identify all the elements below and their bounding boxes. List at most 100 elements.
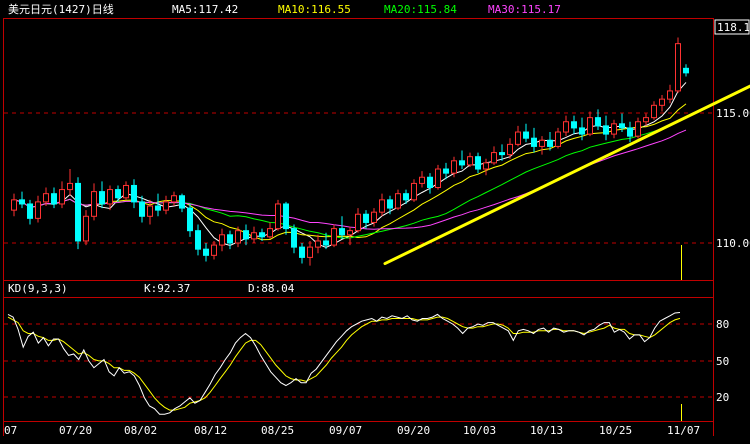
candle [347, 226, 353, 246]
candle-body-down [499, 152, 505, 156]
candle-body-up [451, 160, 457, 174]
candle [131, 179, 137, 209]
candle [651, 101, 657, 120]
kd-tick-50: 50 [716, 355, 729, 368]
candle-body-up [651, 104, 657, 119]
candle [75, 177, 81, 250]
candle [331, 224, 337, 248]
candle [275, 199, 281, 231]
y-tick-115: 115.00 [716, 107, 750, 120]
candle-body-up [107, 189, 113, 205]
candle-body-up [251, 232, 257, 240]
candle [211, 240, 217, 260]
candle-body-up [91, 191, 97, 217]
candle-body-down [27, 203, 33, 219]
candle-body-up [435, 168, 441, 189]
candle-body-down [99, 191, 105, 205]
candle [243, 224, 249, 246]
candle-body-up [347, 230, 353, 236]
candle-body-up [555, 131, 561, 147]
candle-body-down [683, 67, 689, 74]
y-tick-118: 118.18 [717, 21, 750, 34]
candle-body-down [459, 160, 465, 166]
price-panel-frame [3, 18, 714, 281]
candle [139, 195, 145, 223]
candle [355, 208, 361, 233]
candle [171, 191, 177, 207]
candle-body-down [155, 205, 161, 211]
candle [35, 195, 41, 223]
candle-body-down [283, 203, 289, 230]
candle [251, 226, 257, 244]
kd-k-value: K:92.37 [144, 282, 190, 295]
x-label-8: 10/13 [530, 424, 563, 437]
candle-body-up [379, 199, 385, 213]
candle-body-up [171, 195, 177, 203]
candle [611, 119, 617, 139]
candle [99, 181, 105, 209]
candle-body-down [243, 230, 249, 240]
ma10-line [13, 103, 687, 241]
candle [267, 222, 273, 239]
candle-body-down [75, 182, 81, 242]
candle-body-up [507, 143, 513, 156]
candle [51, 187, 57, 209]
candle-body-up [411, 182, 417, 201]
x-label-2: 08/02 [124, 424, 157, 437]
candle-body-down [139, 201, 145, 217]
candle [491, 146, 497, 165]
price-chart: 美元日元(1427)日线 MA5:117.42 MA10:116.55 MA20… [3, 2, 750, 437]
candle-body-up [307, 246, 313, 258]
candle-body-down [443, 168, 449, 174]
candle [163, 195, 169, 215]
candle-body-up [419, 176, 425, 184]
candle-body-up [659, 98, 665, 106]
candle [659, 95, 665, 112]
candle-body-up [43, 193, 49, 203]
ma5-label: MA5:117.42 [172, 3, 238, 16]
instrument-title: 美元日元(1427)日线 [8, 2, 114, 16]
candle [523, 123, 529, 143]
candle [291, 224, 297, 254]
kd-d-line [7, 316, 681, 411]
kd-tick-80: 80 [716, 318, 729, 331]
candle [235, 226, 241, 248]
candle [411, 179, 417, 202]
candle [219, 228, 225, 252]
candle-body-down [299, 246, 305, 258]
y-tick-110: 110.00 [716, 237, 750, 250]
candle-body-up [395, 193, 401, 209]
candle-body-up [211, 244, 217, 256]
candle [187, 203, 193, 237]
kd-tick-20: 20 [716, 391, 729, 404]
candle-body-up [355, 213, 361, 232]
candle-body-up [675, 43, 681, 92]
candle-body-down [19, 199, 25, 205]
candle-body-up [491, 152, 497, 164]
candle [59, 181, 65, 209]
x-label-9: 10/25 [599, 424, 632, 437]
candle-body-up [59, 189, 65, 205]
x-label-0: 07 [4, 424, 17, 437]
x-axis-labels: 07 07/20 08/02 08/12 08/25 09/07 09/20 1… [4, 424, 700, 437]
kd-panel-frame [3, 297, 714, 422]
candle [531, 127, 537, 153]
candle [627, 121, 633, 143]
candle [91, 183, 97, 221]
candle [11, 193, 17, 217]
candle-body-up [483, 162, 489, 170]
candle [427, 173, 433, 194]
ma30-line [13, 129, 687, 230]
candle-body-up [563, 121, 569, 133]
kd-d-value: D:88.04 [248, 282, 295, 295]
x-label-4: 08/25 [261, 424, 294, 437]
candle-body-down [619, 123, 625, 129]
candle-body-down [603, 125, 609, 135]
candle [395, 189, 401, 211]
candle [675, 37, 681, 93]
candle [115, 185, 121, 202]
candle [587, 111, 593, 137]
candle-body-up [635, 121, 641, 137]
candle [299, 243, 305, 264]
candle-body-up [331, 228, 337, 246]
